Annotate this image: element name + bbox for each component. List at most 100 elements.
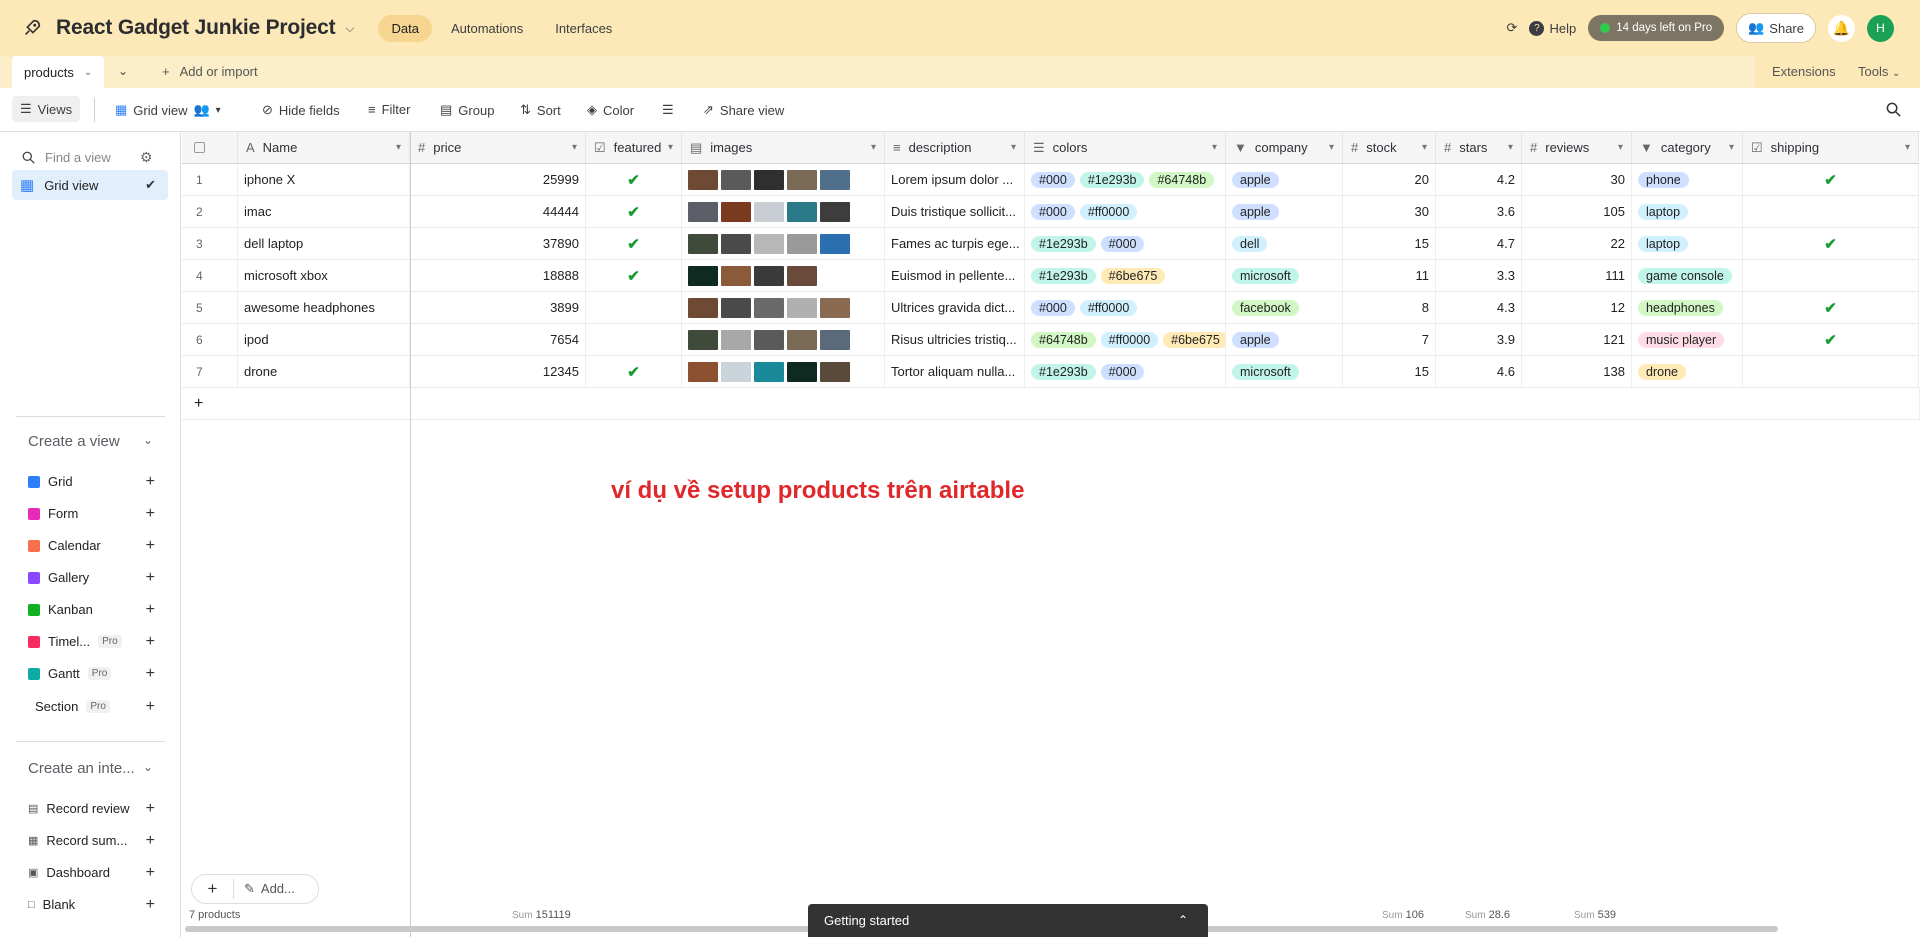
image-thumbnail[interactable] [820, 233, 850, 254]
cell-reviews[interactable]: 22 [1522, 228, 1632, 260]
image-thumbnail[interactable] [754, 265, 784, 286]
tab-data[interactable]: Data [378, 14, 432, 42]
image-thumbnail[interactable] [688, 201, 718, 222]
tools-button[interactable]: Tools ⌄ [1858, 64, 1900, 79]
cell-shipping[interactable]: ✔ [1743, 164, 1919, 196]
search-icon[interactable] [1886, 102, 1901, 117]
image-thumbnail[interactable] [688, 297, 718, 318]
image-thumbnail[interactable] [721, 329, 751, 350]
create-gallery-view[interactable]: Gallery + [28, 569, 155, 586]
cell-featured[interactable]: ✔ [586, 356, 682, 388]
image-thumbnail[interactable] [688, 233, 718, 254]
image-thumbnail[interactable] [754, 297, 784, 318]
image-thumbnail[interactable] [754, 201, 784, 222]
cell-shipping[interactable] [1743, 356, 1919, 388]
cell-price[interactable]: 44444 [410, 196, 586, 228]
image-thumbnail[interactable] [820, 297, 850, 318]
cell-featured[interactable]: ✔ [586, 260, 682, 292]
chevron-down-icon[interactable]: ▾ [1618, 142, 1623, 153]
cell-stock[interactable]: 8 [1343, 292, 1436, 324]
cell-name[interactable]: ipod [238, 324, 410, 356]
cell-stock[interactable]: 7 [1343, 324, 1436, 356]
add-or-import-button[interactable]: + Add or import [162, 64, 258, 79]
group-button[interactable]: ▤ Group [440, 102, 494, 118]
cell-reviews[interactable]: 138 [1522, 356, 1632, 388]
image-thumbnail[interactable] [787, 297, 817, 318]
cell-colors[interactable]: #000 #1e293b #64748b [1025, 164, 1226, 196]
cell-company[interactable]: microsoft [1226, 356, 1343, 388]
cell-category[interactable]: music player [1632, 324, 1743, 356]
column-header-stars[interactable]: # stars ▾ [1436, 132, 1522, 164]
image-thumbnail[interactable] [820, 169, 850, 190]
row-number[interactable]: 1 [182, 164, 238, 196]
color-button[interactable]: ◈ Color [587, 102, 634, 118]
column-header-stock[interactable]: # stock ▾ [1343, 132, 1436, 164]
chevron-down-icon[interactable]: ⌵ [345, 21, 354, 36]
row-number[interactable]: 2 [182, 196, 238, 228]
cell-name[interactable]: dell laptop [238, 228, 410, 260]
cell-stars[interactable]: 4.2 [1436, 164, 1522, 196]
chevron-down-icon[interactable]: ▾ [396, 142, 401, 153]
cell-category[interactable]: laptop [1632, 196, 1743, 228]
cell-images[interactable] [682, 324, 885, 356]
image-thumbnail[interactable] [754, 361, 784, 382]
cell-company[interactable]: apple [1226, 196, 1343, 228]
image-thumbnail[interactable] [787, 329, 817, 350]
sidebar-item-grid-view[interactable]: ▦ Grid view ✔ [12, 170, 168, 200]
create-grid-view[interactable]: Grid + [28, 473, 155, 490]
find-view-input[interactable]: Find a view [22, 150, 111, 165]
cell-images[interactable] [682, 164, 885, 196]
hide-fields-button[interactable]: ⊘ Hide fields [262, 102, 340, 118]
create-record-summary[interactable]: ▦ Record sum... + [28, 832, 155, 849]
image-thumbnail[interactable] [787, 201, 817, 222]
cell-price[interactable]: 7654 [410, 324, 586, 356]
cell-description[interactable]: Fames ac turpis ege... [885, 228, 1025, 260]
cell-category[interactable]: headphones [1632, 292, 1743, 324]
create-gantt-view[interactable]: Gantt Pro + [28, 665, 155, 682]
image-thumbnail[interactable] [787, 233, 817, 254]
create-kanban-view[interactable]: Kanban + [28, 601, 155, 618]
cell-shipping[interactable] [1743, 260, 1919, 292]
row-height-icon[interactable]: ☰ [662, 102, 674, 118]
column-header-colors[interactable]: ☰ colors ▾ [1025, 132, 1226, 164]
chevron-down-icon[interactable]: ⌄ [84, 67, 92, 78]
views-toggle-button[interactable]: ☰ Views [12, 96, 81, 122]
cell-reviews[interactable]: 30 [1522, 164, 1632, 196]
column-header-name[interactable]: A Name ▾ [238, 132, 410, 164]
tab-interfaces[interactable]: Interfaces [542, 15, 625, 42]
image-thumbnail[interactable] [787, 169, 817, 190]
chevron-down-icon[interactable]: ▾ [1905, 142, 1910, 153]
column-header-category[interactable]: ▼ category ▾ [1632, 132, 1743, 164]
image-thumbnail[interactable] [787, 265, 817, 286]
gear-icon[interactable]: ⚙ [140, 149, 153, 166]
cell-images[interactable] [682, 196, 885, 228]
reviews-sum[interactable]: Sum 539 [1574, 909, 1616, 921]
cell-shipping[interactable]: ✔ [1743, 324, 1919, 356]
select-all-header[interactable] [182, 132, 238, 164]
create-record-review[interactable]: ▤ Record review + [28, 800, 155, 817]
extensions-button[interactable]: Extensions [1772, 64, 1836, 79]
chevron-up-icon[interactable]: ⌃ [1178, 913, 1188, 927]
image-thumbnail[interactable] [688, 169, 718, 190]
chevron-down-icon[interactable]: ▾ [1422, 142, 1427, 153]
tab-automations[interactable]: Automations [438, 15, 536, 42]
image-thumbnail[interactable] [820, 201, 850, 222]
cell-stock[interactable]: 30 [1343, 196, 1436, 228]
base-title[interactable]: React Gadget Junkie Project [56, 16, 336, 40]
sort-button[interactable]: ⇅ Sort [520, 102, 561, 118]
add-form-button[interactable]: ✎ Add... [234, 881, 295, 897]
share-view-button[interactable]: ⇗ Share view [703, 102, 784, 118]
filter-button[interactable]: ≡ Filter [368, 102, 410, 117]
image-thumbnail[interactable] [688, 361, 718, 382]
create-section[interactable]: Section Pro + [35, 698, 155, 715]
all-tables-chevron-icon[interactable]: ⌄ [118, 64, 128, 78]
create-interface-header[interactable]: Create an inte... ⌄ [28, 760, 153, 777]
trial-badge[interactable]: 14 days left on Pro [1588, 15, 1725, 41]
chevron-down-icon[interactable]: ▾ [1729, 142, 1734, 153]
table-tab-products[interactable]: products ⌄ [12, 56, 105, 88]
cell-price[interactable]: 12345 [410, 356, 586, 388]
column-header-company[interactable]: ▼ company ▾ [1226, 132, 1343, 164]
notifications-button[interactable]: 🔔 [1828, 14, 1855, 42]
price-sum[interactable]: Sum 151119 [512, 909, 571, 921]
cell-colors[interactable]: #1e293b #000 [1025, 228, 1226, 260]
